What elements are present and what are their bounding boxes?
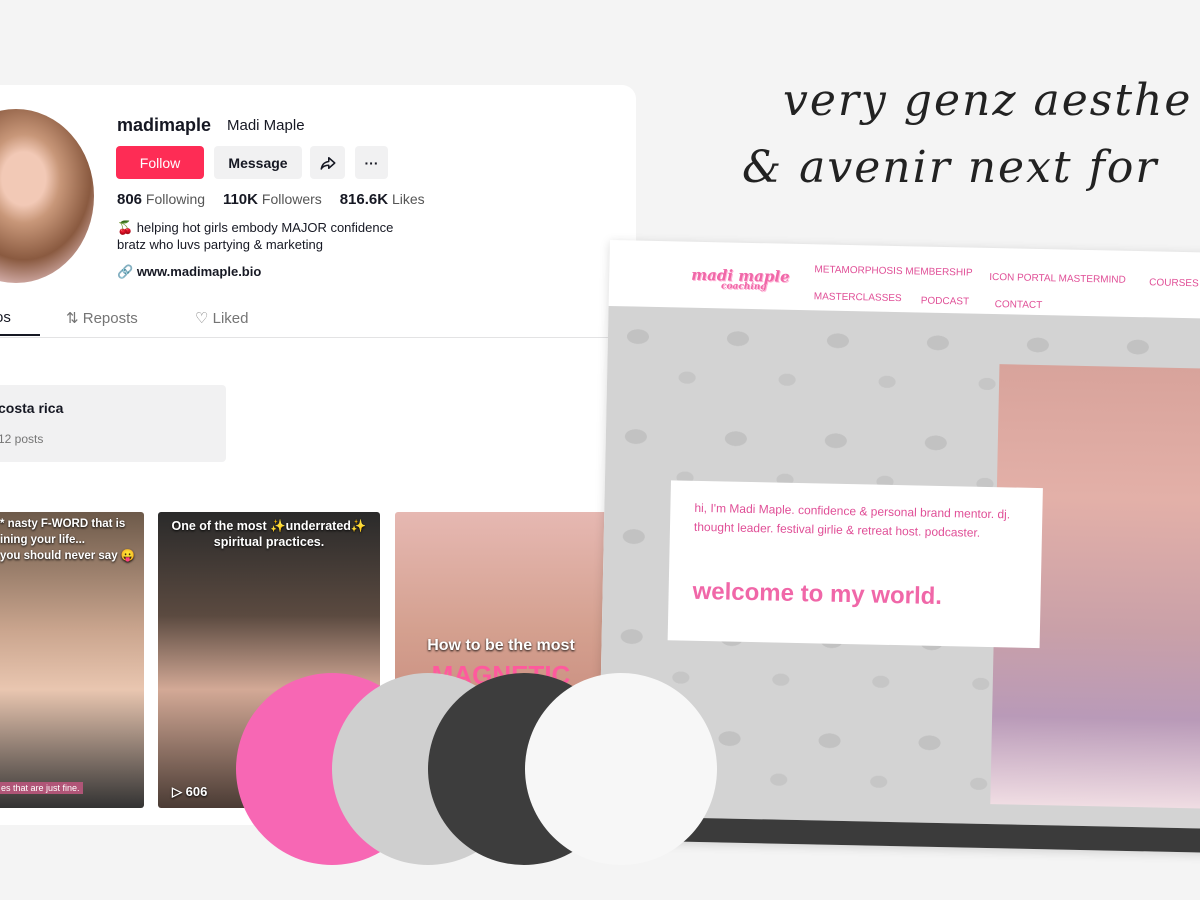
followers-label[interactable]: Followers <box>262 191 322 207</box>
nav-item-podcast[interactable]: PODCAST <box>921 296 970 308</box>
collection-title: costa rica <box>0 400 64 416</box>
nav-item-masterclasses[interactable]: MASTERCLASSES <box>814 291 902 304</box>
hero-intro-card: hi, I'm Madi Maple. confidence & persona… <box>667 480 1043 649</box>
tab-reposts[interactable]: ⇅ Reposts <box>66 309 138 327</box>
tab-liked[interactable]: ♡ Liked <box>195 309 248 327</box>
heart-icon: ♡ <box>195 310 209 327</box>
tab-label: Liked <box>212 310 249 327</box>
share-icon <box>320 156 335 170</box>
video-caption: How to be the most <box>427 637 575 654</box>
tab-underline <box>0 334 40 336</box>
profile-link-text[interactable]: www.madimaple.bio <box>137 264 261 279</box>
headline-line-2: & avenir next for <box>742 142 1159 193</box>
collection-count: 12 posts <box>0 432 44 446</box>
profile-handle: madimaple <box>117 115 212 135</box>
video-caption: One of the most ✨underrated✨ spiritual p… <box>171 519 367 549</box>
profile-link[interactable]: 🔗 www.madimaple.bio <box>117 264 261 280</box>
hero-welcome-text: welcome to my world. <box>692 577 943 611</box>
repost-icon: ⇅ <box>66 310 79 327</box>
bio-line: bratz who luvs partying & marketing <box>117 237 323 252</box>
more-options-button[interactable]: ··· <box>355 146 388 179</box>
play-count: ▷ 606 <box>172 784 207 800</box>
likes-label: Likes <box>391 191 425 207</box>
followers-count: 110K <box>222 191 258 208</box>
video-caption: * nasty F-WORD that is ining your life..… <box>0 518 136 562</box>
nav-item-contact[interactable]: CONTACT <box>995 299 1043 311</box>
following-count: 806 <box>117 191 143 208</box>
profile-tabs: os ⇅ Reposts ♡ Liked <box>0 307 636 338</box>
video-subtitle: es that are just fine. <box>0 782 83 794</box>
nav-item-metamorphosis[interactable]: METAMORPHOSIS MEMBERSHIP <box>814 264 972 278</box>
palette-swatch-off-white <box>525 673 717 865</box>
nav-item-icon-portal[interactable]: ICON PORTAL MASTERMIND <box>989 272 1126 286</box>
profile-display-name: Madi Maple <box>227 117 305 134</box>
headline-line-1: very genz aesthe <box>783 75 1193 126</box>
follow-button[interactable]: Follow <box>116 146 204 179</box>
share-button[interactable] <box>310 146 345 179</box>
profile-stats: 806 Following 110K Followers 816.6K Like… <box>117 191 439 208</box>
bio-line: 🍒 helping hot girls embody MAJOR confide… <box>117 220 394 235</box>
play-count-value: 606 <box>185 784 208 799</box>
likes-count: 816.6K <box>339 191 389 208</box>
message-button[interactable]: Message <box>214 146 302 179</box>
video-thumbnail[interactable]: * nasty F-WORD that is ining your life..… <box>0 512 144 808</box>
following-label[interactable]: Following <box>146 191 205 207</box>
hero-intro-text: hi, I'm Madi Maple. confidence & persona… <box>693 500 1011 540</box>
tab-label: Reposts <box>82 310 138 327</box>
avatar[interactable] <box>0 109 94 283</box>
nav-item-courses[interactable]: COURSES <box>1149 277 1199 289</box>
collection-card[interactable]: costa rica 12 posts <box>0 385 226 462</box>
play-icon: ▷ <box>172 784 182 799</box>
tab-videos[interactable]: os <box>0 309 11 326</box>
site-logo[interactable]: madi maple coaching <box>691 266 790 293</box>
link-icon: 🔗 <box>117 264 134 279</box>
profile-bio: 🍒 helping hot girls embody MAJOR confide… <box>117 219 393 253</box>
